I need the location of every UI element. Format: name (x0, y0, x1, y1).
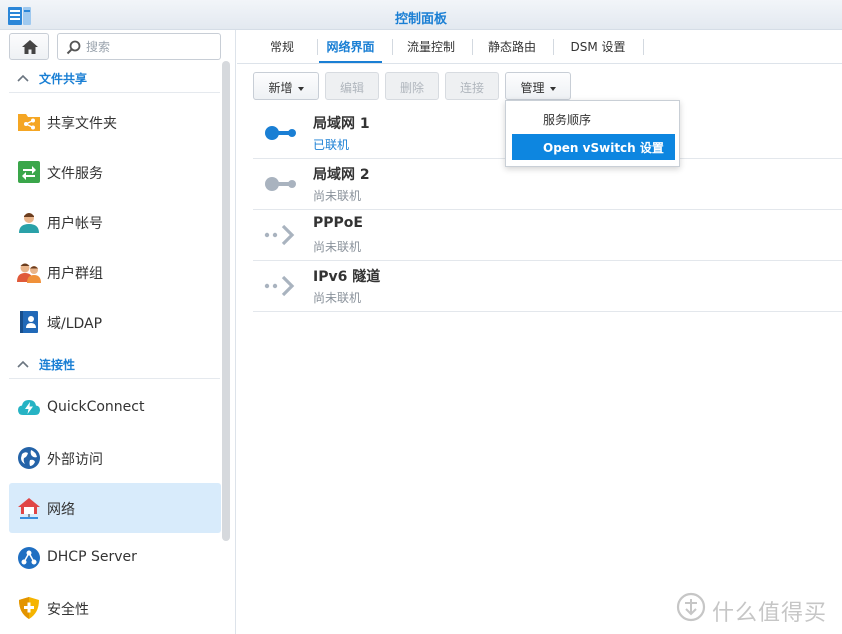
sidebar-item-network[interactable]: 网络 (9, 483, 221, 533)
sidebar-item-label: 用户群组 (47, 266, 103, 282)
interface-name: 局域网 1 (313, 116, 370, 132)
manage-button[interactable]: 管理 (505, 72, 571, 100)
interface-name: IPv6 隧道 (313, 269, 381, 285)
sidebar-item-ldap[interactable]: 域/LDAP (9, 297, 221, 347)
sidebar-item-label: 外部访问 (47, 452, 103, 468)
interface-name: PPPoE (313, 215, 363, 231)
caret-down-icon (549, 86, 556, 91)
sidebar-item-quickconnect[interactable]: QuickConnect (9, 383, 221, 433)
sidebar-item-file-services[interactable]: 文件服务 (9, 147, 221, 197)
sidebar-item-user[interactable]: 用户帐号 (9, 197, 221, 247)
section-header-file-sharing[interactable]: 文件共享 (9, 63, 220, 93)
sidebar-item-group[interactable]: 用户群组 (9, 247, 221, 297)
sidebar-item-label: 文件服务 (47, 166, 103, 182)
interface-status: 尚未联机 (313, 291, 362, 305)
network-icon (17, 496, 41, 520)
interface-status: 已联机 (313, 138, 350, 152)
search-icon (66, 40, 81, 55)
tab-divider (392, 39, 393, 55)
watermark-text: 什么值得买 (712, 601, 828, 626)
group-icon (17, 260, 41, 284)
sidebar-item-dhcp-server[interactable]: DHCP Server (9, 533, 221, 583)
window-title: 控制面板 (394, 12, 447, 27)
menu-item-service-order[interactable]: 服务顺序 (512, 106, 675, 132)
quickconnect-icon (17, 396, 41, 420)
manage-button-label: 管理 (520, 81, 545, 95)
sidebar-item-external-access[interactable]: 外部访问 (9, 433, 221, 483)
delete-button[interactable]: 删除 (385, 72, 439, 100)
ldap-icon (17, 310, 41, 334)
search-field[interactable] (57, 33, 221, 60)
chevron-up-icon (17, 74, 29, 82)
home-icon (22, 40, 38, 54)
connect-button[interactable]: 连接 (445, 72, 499, 100)
chevron-up-icon (17, 360, 29, 368)
interface-status: 尚未联机 (313, 189, 362, 203)
interface-name: 局域网 2 (313, 167, 370, 183)
sidebar-item-label: DHCP Server (47, 549, 137, 565)
section-header-connectivity[interactable]: 连接性 (9, 349, 220, 379)
lan-disconnected-icon (263, 171, 299, 197)
tab-network-interface[interactable]: 网络界面 (319, 30, 382, 63)
title-bar: 控制面板 (0, 0, 842, 30)
user-icon (17, 210, 41, 234)
home-button[interactable] (9, 33, 49, 60)
interface-status: 尚未联机 (313, 240, 362, 254)
create-button[interactable]: 新增 (253, 72, 319, 100)
security-icon (17, 596, 41, 620)
tab-divider (553, 39, 554, 55)
tab-bar: 常规 网络界面 流量控制 静态路由 DSM 设置 (237, 30, 842, 64)
sidebar-item-label: 用户帐号 (47, 216, 103, 232)
tab-divider (317, 39, 318, 55)
sidebar-item-label: 域/LDAP (47, 316, 103, 332)
tab-divider (472, 39, 473, 55)
sidebar-item-label: 网络 (47, 502, 75, 518)
menu-item-open-vswitch-settings[interactable]: Open vSwitch 设置 (512, 134, 675, 160)
external-access-icon (17, 446, 41, 470)
section-label: 连接性 (39, 358, 76, 372)
shared-folder-icon (17, 110, 41, 134)
watermark: 什么值得买 (676, 590, 836, 626)
file-services-icon (17, 160, 41, 184)
tab-traffic-control[interactable]: 流量控制 (399, 30, 463, 63)
tab-static-route[interactable]: 静态路由 (480, 30, 544, 63)
ipv6-tunnel-icon (263, 273, 299, 299)
watermark-logo-icon (676, 592, 706, 622)
sidebar-item-security[interactable]: 安全性 (9, 583, 221, 633)
tab-divider (643, 39, 644, 55)
sidebar-item-label: 安全性 (47, 602, 89, 618)
tab-general[interactable]: 常规 (255, 30, 309, 63)
edit-button[interactable]: 编辑 (325, 72, 379, 100)
lan-connected-icon (263, 120, 299, 146)
create-button-label: 新增 (268, 81, 293, 95)
interface-row-ipv6-tunnel[interactable]: IPv6 隧道 尚未联机 (253, 261, 842, 312)
sidebar-item-label: QuickConnect (47, 399, 145, 415)
manage-dropdown-menu: 服务顺序 Open vSwitch 设置 (505, 100, 680, 167)
search-input[interactable] (86, 38, 216, 56)
caret-down-icon (297, 86, 304, 91)
section-label: 文件共享 (39, 72, 88, 86)
dhcp-server-icon (17, 546, 41, 570)
sidebar: 文件共享 共享文件夹 文件服务 (0, 30, 236, 634)
interface-row-pppoe[interactable]: PPPoE 尚未联机 (253, 210, 842, 261)
pppoe-icon (263, 222, 299, 248)
tab-dsm-settings[interactable]: DSM 设置 (561, 30, 635, 63)
sidebar-item-label: 共享文件夹 (47, 116, 117, 132)
sidebar-scrollbar[interactable] (222, 61, 230, 541)
sidebar-item-shared-folder[interactable]: 共享文件夹 (9, 97, 221, 147)
